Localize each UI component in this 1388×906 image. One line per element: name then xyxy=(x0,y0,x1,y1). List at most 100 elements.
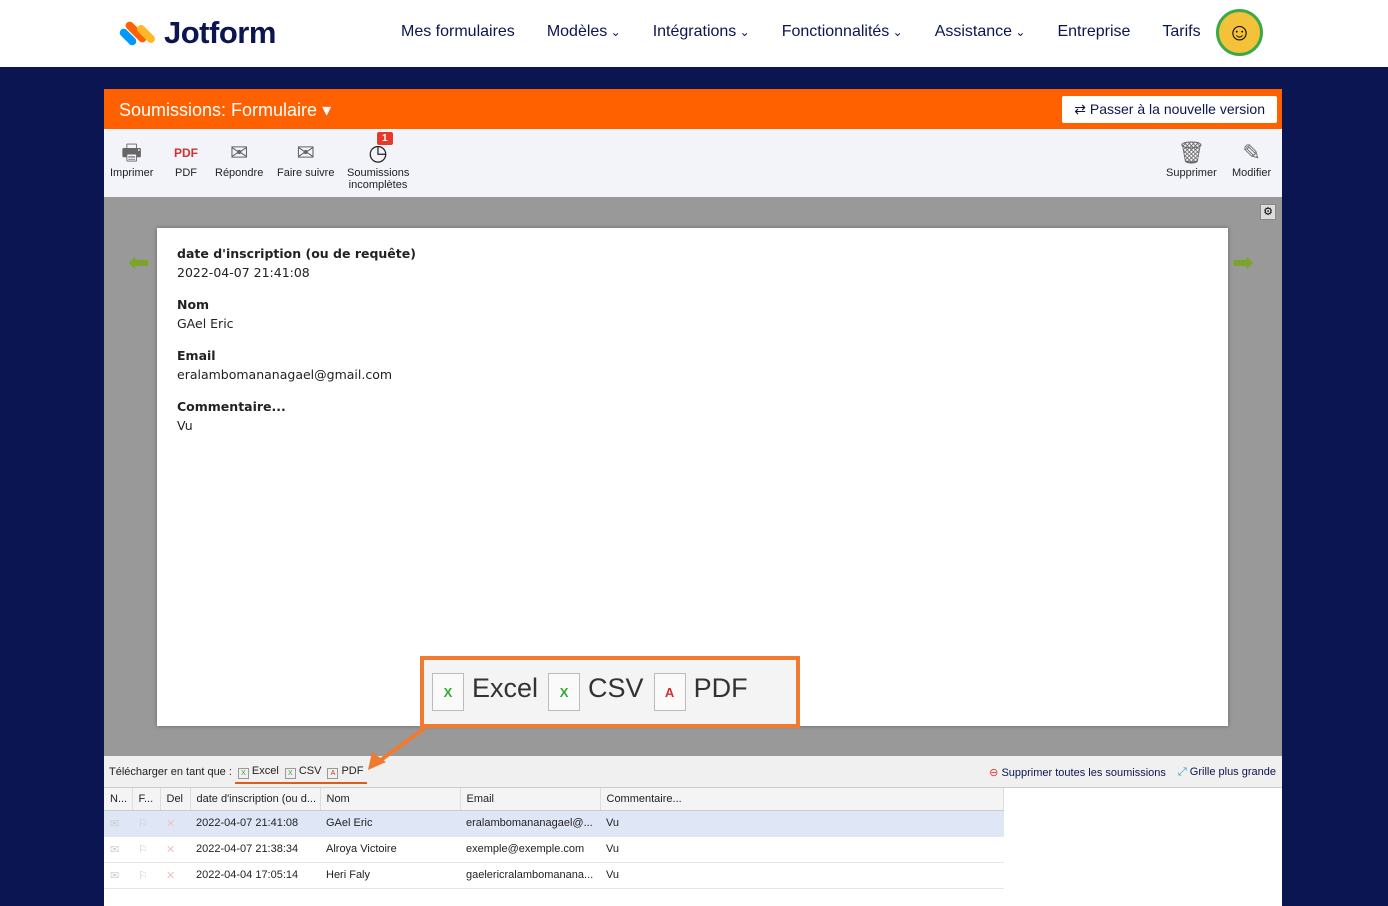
cell-comment: Vu xyxy=(600,836,1004,863)
submissions-table: N... F... Del date d'inscription (ou d..… xyxy=(104,788,1004,889)
forward-button[interactable]: ✉ Faire suivre xyxy=(277,139,334,179)
print-button[interactable]: 🖶 Imprimer xyxy=(110,139,153,179)
field-label: Commentaire... xyxy=(177,399,286,414)
delete-all-link[interactable]: ⊖ Supprimer toutes les soumissions xyxy=(989,766,1166,779)
table-row[interactable]: ✉ ⚐ ✕ 2022-04-07 21:41:08 GAel Eric eralambom… xyxy=(104,810,1004,837)
forward-label: Faire suivre xyxy=(277,167,335,179)
submission-detail: date d'inscription (ou de requête) 2022-0… xyxy=(157,228,1228,726)
csv-label: CSV xyxy=(298,764,322,777)
top-navbar: Jotform Mes formulaires Modèles Intégrat… xyxy=(0,0,1388,67)
print-label: Imprimer xyxy=(110,167,154,179)
reply-label: Répondre xyxy=(215,167,264,179)
edit-button[interactable]: ✎ Modifier xyxy=(1232,139,1271,179)
col-new[interactable]: N... xyxy=(104,788,133,811)
col-flag[interactable]: F... xyxy=(132,788,161,811)
trash-icon: 🗑 xyxy=(1177,140,1206,165)
pdf-icon: PDF xyxy=(174,146,198,160)
bigger-grid-label: Grille plus grande xyxy=(1189,766,1276,778)
cell-email: exemple@exemple.com xyxy=(460,836,600,863)
flag-icon[interactable]: ⚐ xyxy=(132,810,160,837)
callout-excel: X Excel xyxy=(432,673,538,712)
next-arrow-icon[interactable]: ➡ xyxy=(1232,247,1254,278)
delete-x-icon[interactable]: ✕ xyxy=(160,862,190,889)
delete-circle-icon: ⊖ xyxy=(989,767,999,779)
cell-email: eralambomananagael@... xyxy=(460,810,600,837)
col-email[interactable]: Email xyxy=(460,788,601,811)
swap-icon: ⇄ xyxy=(1074,101,1086,117)
csv-icon: X xyxy=(548,673,581,712)
reply-button[interactable]: ✉ Répondre xyxy=(215,139,263,179)
excel-icon: X xyxy=(432,673,464,712)
pencil-icon: ✎ xyxy=(1242,140,1261,165)
csv-icon: X xyxy=(284,767,296,779)
excel-label: Excel xyxy=(251,764,279,777)
field-label: Email xyxy=(177,348,216,363)
field-label: date d'inscription (ou de requête) xyxy=(177,246,416,261)
nav-enterprise[interactable]: Entreprise xyxy=(1057,23,1130,41)
callout-pdf: A PDF xyxy=(653,673,748,712)
incomplete-count-badge: 1 xyxy=(376,131,394,146)
col-date[interactable]: date d'inscription (ou d... xyxy=(190,788,321,811)
delete-button[interactable]: 🗑 Supprimer xyxy=(1166,139,1217,179)
col-name[interactable]: Nom xyxy=(320,788,461,811)
jotform-logo-icon xyxy=(118,17,157,49)
delete-x-icon[interactable]: ✕ xyxy=(160,836,190,863)
delete-label: Supprimer xyxy=(1166,167,1217,179)
delete-all-label: Supprimer toutes les soumissions xyxy=(1001,767,1166,779)
envelope-open-icon[interactable]: ✉ xyxy=(104,862,132,889)
pdf-file-icon: A xyxy=(327,767,339,779)
field-value: Vu xyxy=(177,418,193,433)
pdf-button[interactable]: PDF PDF xyxy=(174,139,198,179)
cell-name: GAel Eric xyxy=(320,810,460,837)
bigger-grid-link[interactable]: ⤢ Grille plus grande xyxy=(1178,766,1276,779)
settings-gear-icon[interactable]: ⚙ xyxy=(1260,204,1276,220)
nav-support[interactable]: Assistance xyxy=(935,23,1026,41)
flag-icon[interactable]: ⚐ xyxy=(132,836,160,863)
table-row[interactable]: ✉ ⚐ ✕ 2022-04-04 17:05:14 Heri Faly gaelericr… xyxy=(104,862,1004,889)
download-excel-link[interactable]: X Excel xyxy=(237,764,279,779)
previous-arrow-icon[interactable]: ⬅ xyxy=(128,247,150,278)
cell-comment: Vu xyxy=(600,810,1004,837)
export-callout: X Excel X CSV A PDF xyxy=(420,656,800,728)
download-bar: Télécharger en tant que : X Excel X CSV AP… xyxy=(104,756,1282,788)
highlight-underline xyxy=(235,782,367,784)
envelope-open-icon[interactable]: ✉ xyxy=(104,810,132,837)
logo-text: Jotform xyxy=(164,15,276,50)
expand-icon: ⤢ xyxy=(1177,766,1187,778)
pdf-label: PDF xyxy=(341,764,364,777)
envelope-open-icon[interactable]: ✉ xyxy=(104,836,132,863)
incomplete-submissions-button[interactable]: ◷ Soumissions incomplètes xyxy=(347,139,409,191)
callout-csv: X CSV xyxy=(548,673,644,712)
cell-name: Heri Faly xyxy=(320,862,460,889)
field-email: Email eralambomananagael@gmail.com xyxy=(177,348,1208,382)
cell-date: 2022-04-04 17:05:14 xyxy=(190,862,320,889)
user-avatar[interactable]: ☺ xyxy=(1216,9,1263,56)
submissions-panel: Soumissions: Formulaire ▾ ⇄ Passer à la … xyxy=(104,89,1282,906)
form-title-dropdown[interactable]: Soumissions: Formulaire ▾ xyxy=(119,100,331,121)
nav-pricing[interactable]: Tarifs xyxy=(1162,23,1200,41)
switch-version-label: Passer à la nouvelle version xyxy=(1089,101,1265,117)
col-comment[interactable]: Commentaire... xyxy=(600,788,1004,811)
nav-integrations[interactable]: Intégrations xyxy=(653,23,750,41)
nav-my-forms[interactable]: Mes formulaires xyxy=(401,23,515,41)
callout-csv-label: CSV xyxy=(588,672,644,703)
flag-icon[interactable]: ⚐ xyxy=(132,862,160,889)
cell-email: gaelericralambomanana... xyxy=(460,862,600,889)
download-pdf-link[interactable]: A PDF xyxy=(327,765,363,779)
cell-comment: Vu xyxy=(600,862,1004,889)
jotform-logo[interactable]: Jotform xyxy=(118,15,276,51)
edit-label: Modifier xyxy=(1232,167,1272,179)
field-value: eralambomananagael@gmail.com xyxy=(177,367,393,382)
pdf-label: PDF xyxy=(175,167,197,179)
field-name: Nom GAel Eric xyxy=(177,297,1208,331)
col-del[interactable]: Del xyxy=(160,788,191,811)
cell-name: Alroya Victoire xyxy=(320,836,460,863)
download-csv-link[interactable]: X CSV xyxy=(284,764,322,779)
printer-icon: 🖶 xyxy=(121,140,143,165)
delete-x-icon[interactable]: ✕ xyxy=(160,810,190,837)
nav-features[interactable]: Fonctionnalités xyxy=(782,23,903,41)
table-row[interactable]: ✉ ⚐ ✕ 2022-04-07 21:38:34 Alroya Victoire exe… xyxy=(104,836,1004,863)
nav-templates[interactable]: Modèles xyxy=(547,23,621,41)
switch-version-button[interactable]: ⇄ Passer à la nouvelle version xyxy=(1062,96,1277,123)
cell-date: 2022-04-07 21:38:34 xyxy=(190,836,320,863)
